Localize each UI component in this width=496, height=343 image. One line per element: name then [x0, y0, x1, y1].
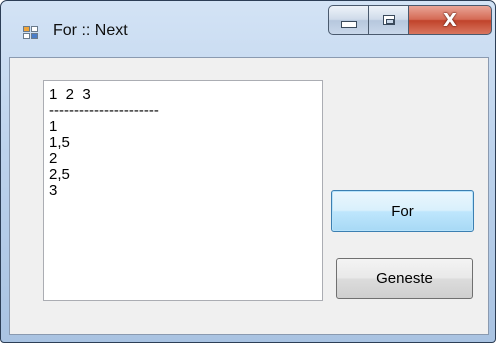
for-button[interactable]: For [331, 190, 474, 232]
app-window: For :: Next X 1 2 3 --------------------… [0, 0, 496, 343]
list-item[interactable]: 1 [49, 119, 322, 135]
form-client-area: 1 2 3 ---------------------- 1 1,5 2 2,5… [9, 57, 489, 335]
close-icon: X [443, 9, 457, 31]
output-listbox[interactable]: 1 2 3 ---------------------- 1 1,5 2 2,5… [43, 80, 323, 301]
app-form-icon[interactable] [23, 26, 39, 40]
maximize-icon [382, 15, 395, 25]
title-bar[interactable]: For :: Next X [1, 1, 495, 57]
list-item[interactable]: 2,5 [49, 167, 322, 183]
list-item[interactable]: 3 [49, 183, 322, 199]
caption-buttons: X [328, 5, 492, 35]
list-item[interactable]: ---------------------- [49, 103, 322, 119]
nested-button[interactable]: Geneste [336, 258, 473, 299]
list-item[interactable]: 1 2 3 [49, 87, 322, 103]
minimize-icon [340, 20, 357, 28]
list-item[interactable]: 2 [49, 151, 322, 167]
window-title: For :: Next [53, 22, 128, 39]
minimize-button[interactable] [328, 5, 369, 35]
maximize-button[interactable] [369, 5, 409, 35]
list-item[interactable]: 1,5 [49, 135, 322, 151]
close-button[interactable]: X [409, 5, 492, 35]
